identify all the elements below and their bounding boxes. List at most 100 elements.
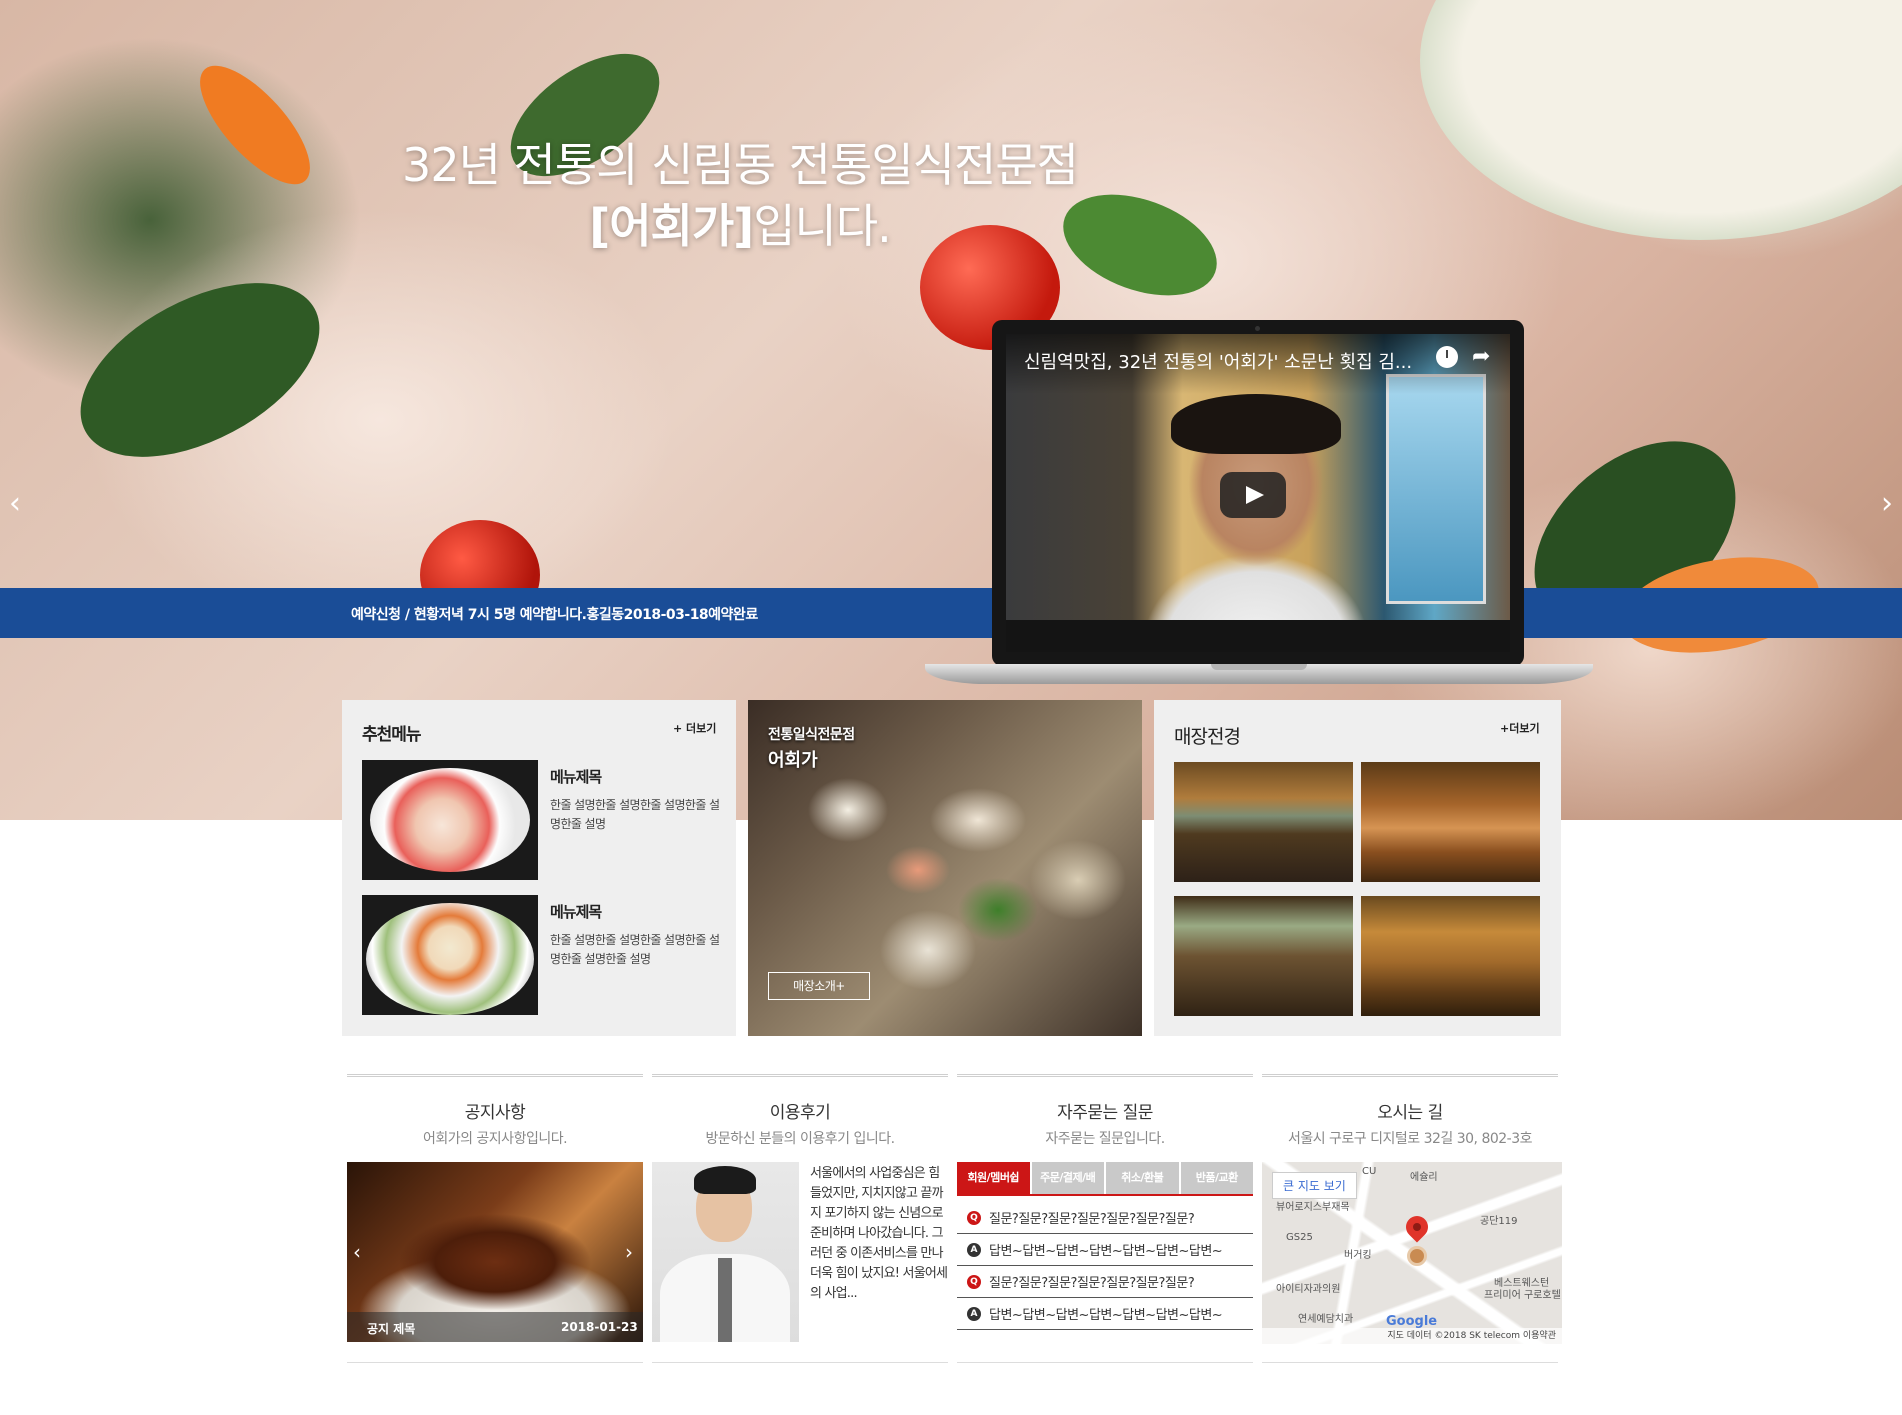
section-rule [957, 1074, 1253, 1078]
review-title: 이용후기 [769, 1103, 831, 1123]
reviewer-photo[interactable] [652, 1162, 799, 1342]
menu-thumbnail[interactable] [362, 895, 538, 1015]
directions-address: 서울시 구로구 디지털로 32길 30, 802-3호 [1287, 1131, 1533, 1147]
store-photo[interactable] [1361, 762, 1540, 882]
map-label: 공단119 [1480, 1216, 1518, 1227]
google-logo: Google [1386, 1314, 1438, 1329]
question-icon: Q [967, 1210, 981, 1225]
salad-bowl-image [366, 903, 534, 1015]
laptop-notch [1211, 664, 1307, 670]
menu-thumbnail[interactable] [362, 760, 538, 880]
share-icon[interactable]: ➦ [1472, 344, 1490, 369]
recommend-heading: 추천메뉴 [362, 725, 422, 745]
store-intro-panel: 전통일식전문점 어회가 매장소개+ [748, 700, 1142, 1036]
answer-icon: A [967, 1306, 981, 1321]
reservation-ticker-text[interactable]: 예약신청 / 현황저녁 7시 5명 예약합니다.홍길동2018-03-18예약완… [351, 604, 758, 624]
menu-description: 한줄 설명한줄 설명한줄 설명한줄 설명한줄 설명한줄 설명 [550, 933, 720, 966]
faq-row-text[interactable]: 질문?질문?질문?질문?질문?질문?질문? [989, 1208, 1195, 1227]
faq-row-text[interactable]: 답변~답변~답변~답변~답변~답변~답변~ [989, 1304, 1223, 1323]
menu-item[interactable]: 메뉴제목 한줄 설명한줄 설명한줄 설명한줄 설명한줄 설명 [362, 760, 722, 880]
recommend-menu-panel: 추천메뉴 + 더보기 메뉴제목 한줄 설명한줄 설명한줄 설명한줄 설명한줄 설… [342, 700, 736, 1036]
map-pin-icon[interactable] [1401, 1211, 1433, 1243]
map-label: 프리미어 구로호텔 [1484, 1290, 1561, 1301]
notice-image[interactable]: ‹ › 공지 제목 2018-01-23 [347, 1162, 643, 1342]
feature-tagline: 전통일식전문점 [768, 727, 855, 743]
map-location-marker-icon [1407, 1246, 1427, 1266]
store-photo[interactable] [1361, 896, 1540, 1016]
play-button-icon[interactable] [1220, 472, 1286, 518]
notice-item-title[interactable]: 공지 제목 [367, 1320, 415, 1337]
faq-answer-row[interactable]: A 답변~답변~답변~답변~답변~답변~답변~ [957, 1298, 1253, 1330]
video-person [1171, 394, 1341, 454]
faq-tab-refund[interactable]: 취소/환불 [1106, 1162, 1179, 1194]
question-icon: Q [967, 1274, 981, 1289]
section-rule [347, 1074, 643, 1078]
feature-brand: 어회가 [768, 750, 818, 771]
map-label: 연세예담치과 [1298, 1314, 1354, 1325]
menu-description: 한줄 설명한줄 설명한줄 설명한줄 설명한줄 설명 [550, 798, 720, 831]
map-label: GS25 [1286, 1232, 1313, 1243]
hero-title: 32년 전통의 신림동 전통일식전문점 [어회가]입니다. [330, 135, 1150, 256]
map-label: CU [1362, 1166, 1377, 1177]
store-photo[interactable] [1174, 762, 1353, 882]
store-gallery-more-link[interactable]: +더보기 [1500, 720, 1540, 736]
notice-prev-icon[interactable]: ‹ [353, 1240, 361, 1264]
recommend-more-link[interactable]: + 더보기 [673, 720, 716, 736]
laptop-camera [1255, 326, 1260, 331]
video-title[interactable]: 신림역맛집, 32년 전통의 '어회가' 소문난 횟집 김... [1024, 348, 1424, 374]
hero-leaf [52, 247, 348, 493]
notice-next-icon[interactable]: › [625, 1240, 633, 1264]
faq-row-text[interactable]: 질문?질문?질문?질문?질문?질문?질문? [989, 1272, 1195, 1291]
answer-icon: A [967, 1242, 981, 1257]
watch-later-icon[interactable] [1436, 346, 1458, 368]
hero-title-suffix: 입니다. [753, 198, 892, 253]
hero-carrot [182, 49, 328, 201]
faq-answer-row[interactable]: A 답변~답변~답변~답변~답변~답변~답변~ [957, 1234, 1253, 1266]
faq-question-row[interactable]: Q 질문?질문?질문?질문?질문?질문?질문? [957, 1202, 1253, 1234]
notice-title: 공지사항 [464, 1103, 526, 1123]
reservation-ticker-bar [0, 588, 1902, 638]
map-attribution[interactable]: 지도 데이터 ©2018 SK telecom 이용약관 [1262, 1328, 1562, 1344]
map-label: 에슐리 [1410, 1172, 1438, 1183]
video-fridge [1386, 374, 1486, 604]
faq-tab-order[interactable]: 주문/결제/배 [1031, 1162, 1104, 1194]
faq-tab-membership[interactable]: 회원/멤버쉽 [957, 1162, 1030, 1194]
review-text[interactable]: 서울에서의 사업중심은 힘들었지만, 지치지않고 끝까지 포기하지 않는 신념으… [810, 1164, 950, 1304]
reviewer-hair [694, 1166, 756, 1194]
directions-title: 오시는 길 [1377, 1103, 1443, 1123]
slider-next-icon[interactable]: › [1874, 488, 1900, 520]
section-bottom-rule [1262, 1362, 1558, 1363]
menu-item[interactable]: 메뉴제목 한줄 설명한줄 설명한줄 설명한줄 설명한줄 설명한줄 설명 [362, 895, 722, 1015]
faq-row-text[interactable]: 답변~답변~답변~답변~답변~답변~답변~ [989, 1240, 1223, 1259]
menu-name[interactable]: 메뉴제목 [550, 766, 602, 787]
section-rule [1262, 1074, 1558, 1078]
map-label: 뷰어로지스부재목 [1276, 1202, 1350, 1213]
section-bottom-rule [347, 1362, 643, 1363]
faq-tab-return[interactable]: 반품/교환 [1180, 1162, 1253, 1194]
sashimi-plate-image [370, 768, 530, 872]
menu-name[interactable]: 메뉴제목 [550, 901, 602, 922]
map-label: 아이티자과의원 [1276, 1284, 1341, 1295]
reviewer-tie [718, 1258, 732, 1342]
laptop-frame: 신림역맛집, 32년 전통의 '어회가' 소문난 횟집 김... ➦ [992, 320, 1524, 666]
faq-question-row[interactable]: Q 질문?질문?질문?질문?질문?질문?질문? [957, 1266, 1253, 1298]
hero-plate [1420, 0, 1902, 240]
video-bottom-bar [1006, 620, 1510, 652]
notice-item-date: 2018-01-23 [561, 1320, 638, 1334]
review-subtitle: 방문하신 분들의 이용후기 입니다. [705, 1131, 895, 1147]
section-rule [652, 1074, 948, 1078]
store-photo[interactable] [1174, 896, 1353, 1016]
video-player[interactable]: 신림역맛집, 32년 전통의 '어회가' 소문난 횟집 김... ➦ [1006, 334, 1510, 652]
location-map[interactable]: 큰 지도 보기 CU 에슐리 뷰어로지스부재목 공단119 GS25 버거킹 아… [1262, 1162, 1562, 1344]
hero-banner: 32년 전통의 신림동 전통일식전문점 [어회가]입니다. 예약신청 / 현황저… [0, 0, 1902, 820]
section-bottom-rule [957, 1362, 1253, 1363]
hero-title-line1: 32년 전통의 신림동 전통일식전문점 [402, 138, 1079, 192]
store-gallery-panel: 매장전경 +더보기 [1154, 700, 1561, 1036]
large-map-button[interactable]: 큰 지도 보기 [1272, 1172, 1357, 1199]
faq-title: 자주묻는 질문 [1057, 1103, 1153, 1123]
faq-subtitle: 자주묻는 질문입니다. [1045, 1131, 1165, 1147]
hero-title-brand: [어회가] [589, 198, 754, 253]
slider-prev-icon[interactable]: ‹ [2, 488, 28, 520]
store-intro-button[interactable]: 매장소개+ [768, 972, 870, 1000]
section-bottom-rule [652, 1362, 948, 1363]
